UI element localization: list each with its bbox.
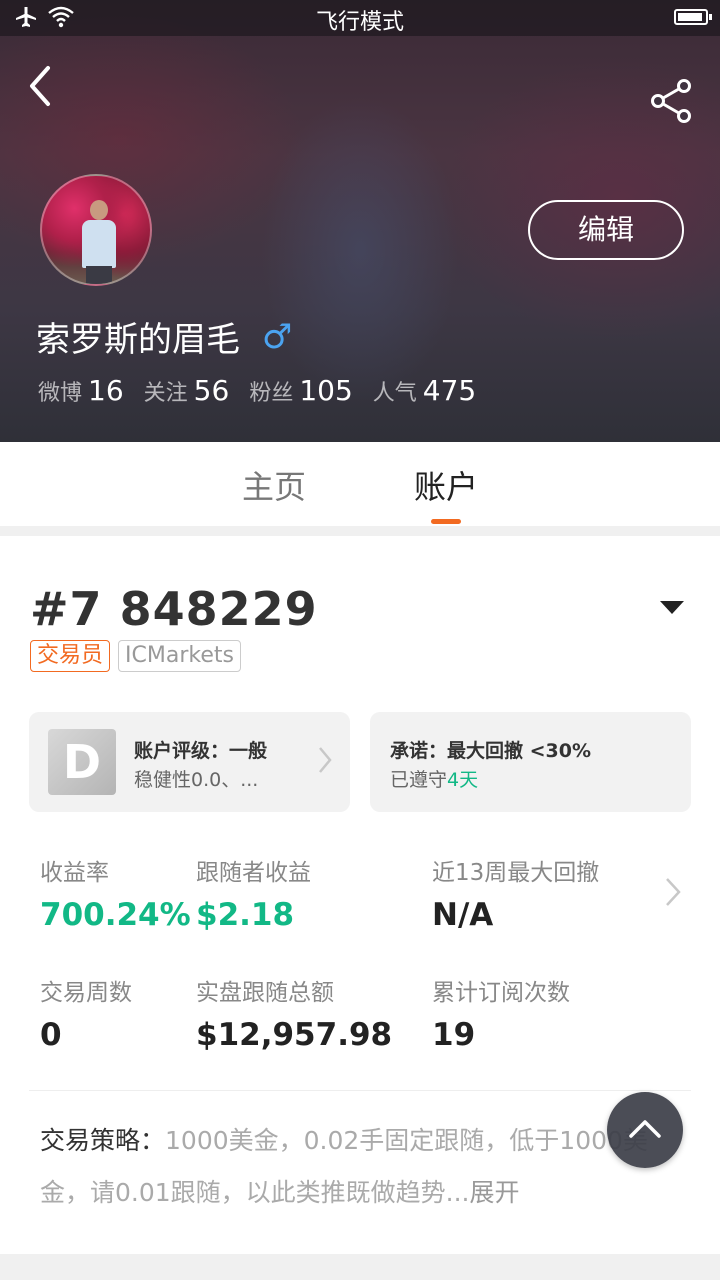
divider: [29, 1090, 691, 1091]
promise-card: 承诺：最大回撤 <30% 已遵守4天: [370, 712, 691, 812]
rating-title: 账户评级：一般: [134, 740, 268, 762]
account-rating-card[interactable]: D 账户评级：一般 稳健性0.0、...: [29, 712, 350, 812]
status-title: 飞行模式: [315, 10, 404, 35]
male-gender-icon: ♂: [262, 316, 293, 357]
section-divider: [0, 526, 720, 536]
metric-return-rate: 收益率 700.24%: [40, 860, 191, 933]
username: 索罗斯的眉毛: [36, 320, 240, 360]
strategy-label: 交易策略：: [40, 1126, 166, 1155]
stat-followers[interactable]: 粉丝 105: [249, 374, 352, 407]
grade-badge: D: [48, 729, 116, 795]
expand-link[interactable]: 展开: [470, 1178, 520, 1207]
username-row: 索罗斯的眉毛 ♂: [36, 312, 292, 361]
account-tags: 交易员 ICMarkets: [30, 640, 241, 672]
status-bar: 飞行模式: [0, 0, 720, 36]
metric-subscriptions: 累计订阅次数 19: [432, 980, 570, 1053]
trading-strategy: 交易策略：1000美金，0.02手固定跟随，低于1000美金，请0.01跟随，以…: [40, 1115, 660, 1219]
chevron-right-icon[interactable]: [664, 876, 682, 908]
metric-total-following: 实盘跟随总额 $12,957.98: [196, 980, 393, 1053]
tab-home[interactable]: 主页: [242, 462, 306, 508]
metric-max-drawdown[interactable]: 近13周最大回撤 N/A: [432, 853, 599, 933]
metric-follower-profit: 跟随者收益 $2.18: [196, 860, 311, 933]
account-id: #7 848229: [30, 582, 318, 636]
avatar[interactable]: [40, 174, 152, 286]
scroll-to-top-button[interactable]: [607, 1092, 683, 1168]
profile-stats: 微博 16 关注 56 粉丝 105 人气 475: [38, 374, 476, 407]
stat-popularity: 人气 475: [372, 374, 477, 407]
metric-trading-weeks: 交易周数 0: [40, 980, 132, 1053]
tab-bar: 主页 账户: [0, 442, 720, 526]
battery-icon: [674, 9, 712, 25]
tag-broker: ICMarkets: [118, 640, 241, 672]
promise-title: 承诺：最大回撤 <30%: [390, 740, 592, 762]
stat-following[interactable]: 关注 56: [144, 374, 230, 407]
rating-subtitle: 稳健性0.0、...: [134, 769, 259, 791]
stat-weibo[interactable]: 微博 16: [38, 374, 124, 407]
active-tab-indicator: [431, 519, 461, 524]
back-button[interactable]: [24, 62, 64, 110]
promise-kept: 已遵守4天: [390, 769, 479, 791]
edit-profile-button[interactable]: 编辑: [528, 200, 684, 260]
profile-header: 飞行模式 编辑 索罗斯的眉毛 ♂ 微博 16 关注 56 粉丝 105 人气 475: [0, 0, 720, 442]
tab-account[interactable]: 账户: [414, 462, 478, 508]
share-button[interactable]: [648, 78, 694, 124]
account-dropdown-icon[interactable]: [660, 601, 684, 614]
promise-kept-days: 4天: [447, 769, 479, 791]
tag-trader: 交易员: [30, 640, 111, 672]
chevron-right-icon: [319, 747, 332, 773]
section-divider: [0, 1254, 720, 1280]
